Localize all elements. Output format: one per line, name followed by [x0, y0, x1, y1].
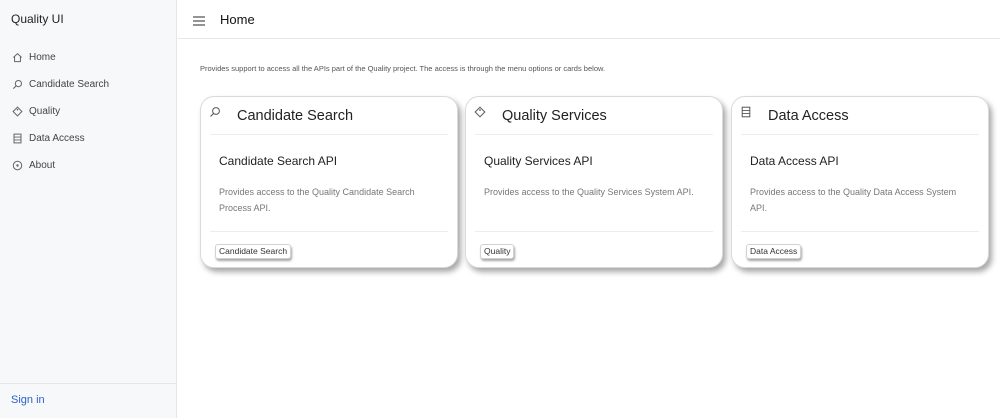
sidebar-item-data-access[interactable]: Data Access [0, 125, 177, 152]
sidebar-item-label: Home [29, 52, 56, 63]
hamburger-icon[interactable] [193, 13, 205, 26]
card-divider [475, 134, 713, 135]
card-divider [741, 231, 979, 232]
card-api-title: Data Access API [750, 154, 839, 168]
card-tag-button[interactable]: Candidate Search [215, 244, 292, 259]
card-divider [210, 134, 448, 135]
sidebar-item-quality[interactable]: Quality [0, 98, 177, 125]
card-description: Provides access to the Quality Candidate… [219, 187, 415, 213]
card-tag-button[interactable]: Data Access [746, 244, 802, 259]
app-title: Quality UI [11, 12, 64, 26]
card-description: Provides access to the Quality Services … [484, 187, 694, 197]
info-circle-icon [11, 160, 23, 172]
sidebar: Quality UI Home Candidate Search Quality… [0, 0, 177, 418]
sidebar-item-about[interactable]: About [0, 152, 177, 179]
search-icon [209, 105, 221, 117]
page-title: Home [220, 12, 255, 27]
card-tag-button[interactable]: Quality [480, 244, 515, 259]
sidebar-item-label: Data Access [29, 133, 85, 144]
card-divider [741, 134, 979, 135]
card-divider [475, 231, 713, 232]
database-icon [11, 133, 23, 145]
sidebar-item-candidate-search[interactable]: Candidate Search [0, 71, 177, 98]
search-icon [11, 79, 23, 91]
intro-text: Provides support to access all the APIs … [200, 64, 606, 73]
sidebar-nav: Home Candidate Search Quality Data Acces… [0, 44, 177, 179]
tag-icon [11, 106, 23, 118]
card-api-title: Quality Services API [484, 154, 593, 168]
card-quality-services[interactable]: Quality Services Quality Services API Pr… [465, 96, 723, 268]
top-bar: Home [178, 0, 1000, 39]
sign-in-link[interactable]: Sign in [11, 394, 45, 406]
card-divider [210, 231, 448, 232]
card-candidate-search[interactable]: Candidate Search Candidate Search API Pr… [200, 96, 458, 268]
card-description: Provides access to the Quality Data Acce… [750, 187, 957, 213]
tag-icon [474, 105, 486, 118]
card-header-title: Quality Services [502, 108, 607, 124]
card-header-title: Data Access [768, 108, 849, 124]
card-data-access[interactable]: Data Access Data Access API Provides acc… [731, 96, 989, 268]
sidebar-item-label: Quality [29, 106, 61, 117]
card-header-title: Candidate Search [237, 108, 354, 124]
sidebar-footer: Sign in [0, 383, 177, 418]
sidebar-item-home[interactable]: Home [0, 44, 177, 71]
sidebar-item-label: About [29, 160, 56, 171]
database-icon [740, 105, 752, 118]
home-icon [11, 52, 23, 64]
card-api-title: Candidate Search API [219, 154, 338, 168]
sidebar-item-label: Candidate Search [29, 79, 110, 90]
